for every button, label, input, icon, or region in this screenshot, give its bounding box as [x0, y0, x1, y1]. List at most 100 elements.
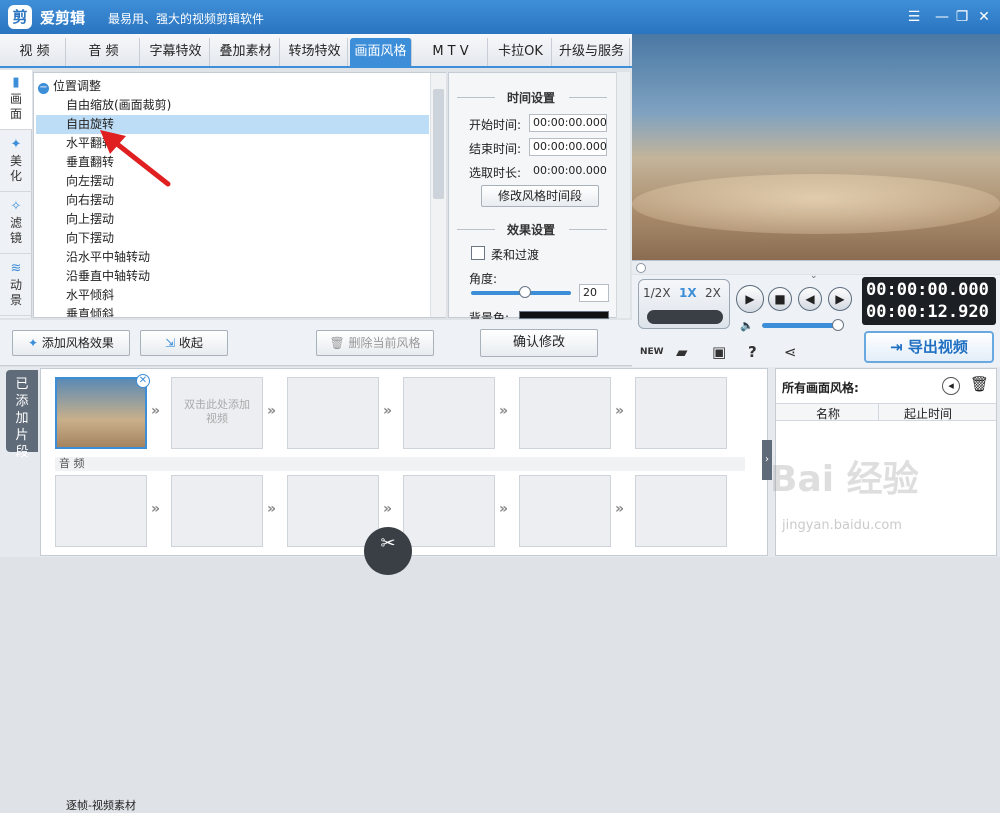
remove-clip-icon[interactable]: ✕ [136, 374, 150, 388]
side-tab-bar: ▮ 画面 ✦ 美化 ✧ 滤镜 ≋ 动景 [0, 70, 32, 318]
clip-slot[interactable] [635, 377, 727, 449]
clip-thumbnail[interactable] [55, 377, 147, 449]
player-controls: ⌄ 1/2X 1X 2X ▶ ■ ◀ ▶ 00:00:00.000 00:00:… [632, 271, 1000, 367]
duration-value: 00:00:00.000 [533, 164, 607, 177]
add-style-effect-button[interactable]: ✦ 添加风格效果 [12, 330, 130, 356]
time-display: 00:00:00.000 00:00:12.920 [862, 277, 996, 325]
side-tab-dynamic-scene[interactable]: ≋ 动景 [0, 256, 32, 316]
tree-item-rotate-horizontal-axis[interactable]: 沿水平中轴转动 [36, 248, 429, 267]
audio-slot[interactable] [55, 475, 147, 547]
column-time: 起止时间 [904, 407, 953, 421]
video-preview [632, 34, 1000, 260]
side-tab-beautify[interactable]: ✦ 美化 [0, 132, 32, 192]
magic-wand-icon: ✦ [10, 137, 22, 152]
volume-icon[interactable]: 🔈 [740, 319, 754, 332]
tree-item-horizontal-tilt[interactable]: 水平倾斜 [36, 286, 429, 305]
scrollbar-thumb[interactable] [433, 89, 444, 199]
app-name: 爱剪辑 [40, 9, 86, 27]
close-button[interactable]: ✕ [972, 6, 996, 28]
new-project-icon[interactable]: NEW [640, 347, 664, 357]
volume-knob[interactable] [832, 319, 844, 331]
trash-icon: 🗑 [329, 336, 349, 350]
tab-transition-effects[interactable]: 转场特效 [282, 38, 348, 66]
maximize-button[interactable]: ❐ [950, 6, 974, 28]
volume-slider[interactable] [762, 323, 842, 328]
tab-karaoke[interactable]: 卡拉OK [490, 38, 552, 66]
baidu-watermark-url: jingyan.baidu.com [782, 518, 902, 533]
menu-icon[interactable]: ☰ [902, 6, 926, 28]
tab-picture-style[interactable]: 画面风格 [350, 38, 412, 66]
tree-root-position-adjust[interactable]: − 位置调整 [38, 77, 101, 95]
delete-current-style-button[interactable]: 🗑 删除当前风格 [316, 330, 434, 356]
soft-transition-label: 柔和过渡 [491, 248, 540, 262]
audio-slot[interactable] [519, 475, 611, 547]
audio-slot[interactable] [171, 475, 263, 547]
chevron-right-icon: » [151, 501, 161, 517]
settings-scrollbar[interactable] [616, 72, 630, 318]
angle-slider-knob[interactable] [519, 286, 531, 298]
audio-slot[interactable] [403, 475, 495, 547]
chevron-right-icon: » [615, 403, 625, 419]
clip-slot[interactable] [287, 377, 379, 449]
prev-frame-button[interactable]: ◀ [798, 287, 822, 311]
open-folder-icon[interactable]: ▰ [676, 343, 688, 361]
save-icon[interactable]: ▣ [712, 343, 726, 361]
confirm-modify-button[interactable]: 确认修改 [480, 329, 598, 357]
tab-mtv[interactable]: M T V [414, 38, 488, 66]
clip-slot[interactable] [403, 377, 495, 449]
tab-audio[interactable]: 音 频 [68, 38, 140, 66]
tree-item-swing-up[interactable]: 向上摆动 [36, 210, 429, 229]
sparkle-wand-icon: ✧ [10, 199, 22, 214]
back-icon[interactable]: ◂ [942, 377, 960, 395]
tree-scrollbar[interactable] [430, 73, 446, 317]
collapse-icon: ⇲ [165, 336, 179, 350]
end-time-field[interactable]: 00:00:00.000 [529, 138, 607, 156]
next-frame-button[interactable]: ▶ [828, 287, 852, 311]
tree-item-free-zoom[interactable]: 自由缩放(画面裁剪) [36, 96, 429, 115]
speed-slider[interactable] [647, 310, 723, 324]
play-button[interactable]: ▶ [736, 285, 764, 313]
side-tab-filter[interactable]: ✧ 滤镜 [0, 194, 32, 254]
start-time-field[interactable]: 00:00:00.000 [529, 114, 607, 132]
tree-item-vertical-tilt[interactable]: 垂直倾斜 [36, 305, 429, 317]
speed-1x[interactable]: 1X [679, 286, 697, 300]
scissors-icon[interactable]: ✂ [364, 527, 412, 575]
chevron-right-icon: » [615, 501, 625, 517]
trash-icon[interactable]: 🗑 [970, 375, 989, 393]
soft-transition-checkbox[interactable] [471, 246, 485, 260]
chevron-right-icon: » [267, 403, 277, 419]
share-icon[interactable]: ⋖ [784, 343, 797, 361]
clip-slot[interactable] [519, 377, 611, 449]
divider [569, 97, 607, 98]
picture-icon: ▮ [12, 75, 20, 90]
chevron-down-icon[interactable]: ⌄ [810, 271, 818, 281]
tab-subtitle-effects[interactable]: 字幕特效 [142, 38, 210, 66]
added-clips-tab[interactable]: 已添加片段 [6, 370, 38, 460]
tab-overlay-material[interactable]: 叠加素材 [212, 38, 280, 66]
timeline-area: 逐帧-视频素材 » 双击此处添加视频 » » » » 音 频 » » » » » [40, 368, 768, 812]
divider [569, 229, 607, 230]
tab-video[interactable]: 视 频 [4, 38, 66, 66]
audio-slot[interactable] [287, 475, 379, 547]
magic-wand-icon: ✦ [28, 336, 42, 350]
speed-2x[interactable]: 2X [705, 286, 721, 300]
collapse-button[interactable]: ⇲ 收起 [140, 330, 228, 356]
help-icon[interactable]: ? [748, 343, 757, 361]
stop-button[interactable]: ■ [768, 287, 792, 311]
side-tab-picture[interactable]: ▮ 画面 [0, 70, 32, 130]
speed-half[interactable]: 1/2X [643, 286, 671, 300]
angle-input[interactable]: 20 [579, 284, 609, 302]
tab-upgrade-service[interactable]: 升级与服务 [554, 38, 630, 66]
export-video-button[interactable]: ⇥ 导出视频 [864, 331, 994, 363]
clip-caption: 逐帧-视频素材 [66, 799, 136, 812]
background-color-label: 背景色: [469, 311, 510, 319]
modify-style-time-button[interactable]: 修改风格时间段 [481, 185, 599, 207]
seek-knob[interactable] [636, 263, 646, 273]
tree-item-swing-down[interactable]: 向下摆动 [36, 229, 429, 248]
clip-slot-placeholder[interactable]: 双击此处添加视频 [171, 377, 263, 449]
tree-item-rotate-vertical-axis[interactable]: 沿垂直中轴转动 [36, 267, 429, 286]
background-color-swatch[interactable] [519, 311, 609, 319]
settings-panel: 时间设置 开始时间: 00:00:00.000 结束时间: 00:00:00.0… [448, 72, 630, 319]
preview-cloud-image [632, 174, 1000, 234]
audio-slot[interactable] [635, 475, 727, 547]
